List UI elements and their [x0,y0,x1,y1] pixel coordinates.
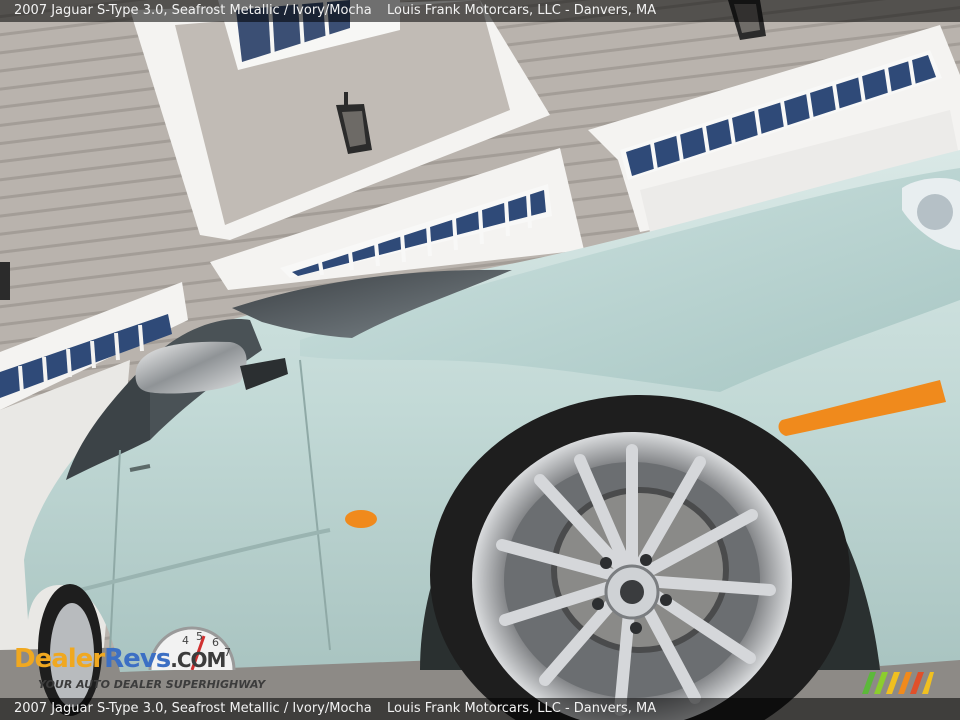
svg-text:5: 5 [196,630,203,643]
caption-bar-bottom: 2007 Jaguar S-Type 3.0, Seafrost Metalli… [0,698,960,720]
dealerrevs-tagline: YOUR AUTO DEALER SUPERHIGHWAY [38,678,266,691]
logo-name-part3: .COM [170,648,226,672]
dealerrevs-name: DealerRevs.COM [14,644,226,674]
logo-name-part1: Dealer [14,644,105,674]
vehicle-caption-bottom: 2007 Jaguar S-Type 3.0, Seafrost Metalli… [14,701,372,716]
dealerrevs-watermark: 4 5 6 7 DealerRevs.COM YOUR AUTO DEALER … [12,626,266,696]
caption-bar-top: 2007 Jaguar S-Type 3.0, Seafrost Metalli… [0,0,960,22]
logo-name-part2: Revs [104,644,171,674]
vehicle-caption: 2007 Jaguar S-Type 3.0, Seafrost Metalli… [14,3,372,18]
stripes-logo-icon [862,672,934,694]
car-photo [0,0,960,720]
dealer-caption: Louis Frank Motorcars, LLC - Danvers, MA [387,3,657,18]
dealer-caption-bottom: Louis Frank Motorcars, LLC - Danvers, MA [387,701,657,716]
